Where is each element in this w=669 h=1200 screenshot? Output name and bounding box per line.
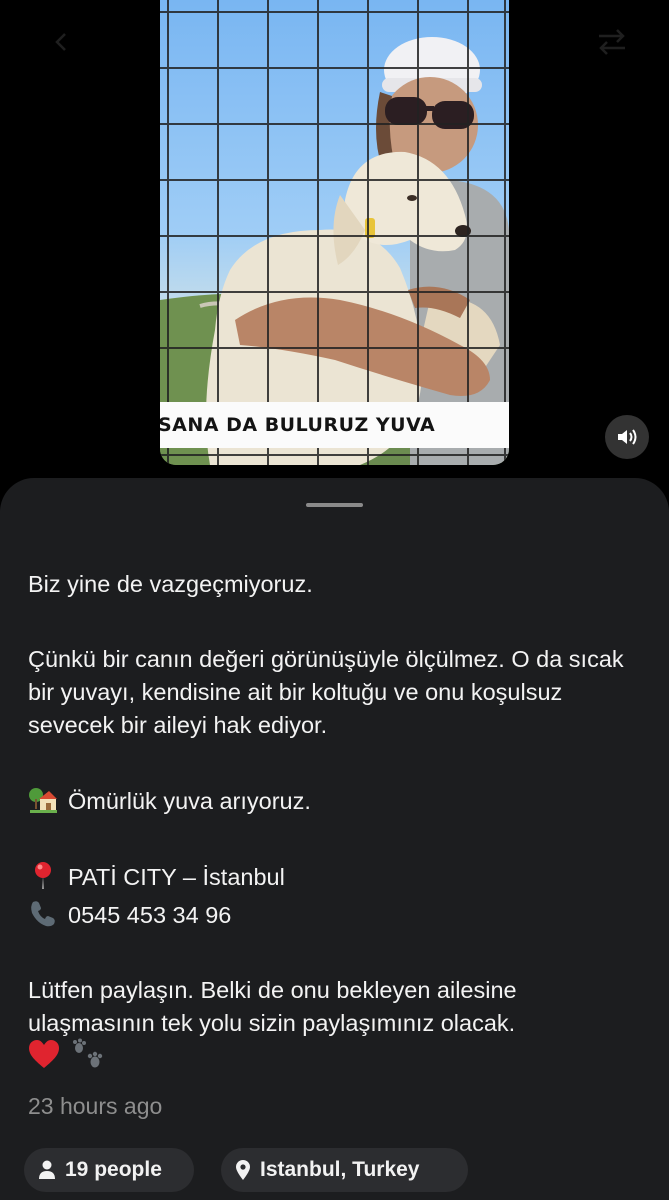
post-line: PATİ CITY – İstanbul	[68, 864, 285, 890]
sound-toggle-button[interactable]	[605, 415, 649, 459]
location-label: Istanbul, Turkey	[260, 1158, 420, 1181]
video-player[interactable]: SANA DA BULURUZ YUVA	[160, 0, 509, 465]
location-pin-icon	[235, 1159, 251, 1181]
post-details-sheet: Biz yine de vazgeçmiyoruz. Çünkü bir can…	[0, 478, 669, 1200]
red-heart-icon	[28, 1040, 60, 1079]
video-caption-bar: SANA DA BULURUZ YUVA	[160, 402, 509, 448]
video-caption: SANA DA BULURUZ YUVA	[160, 414, 436, 436]
person-icon	[38, 1160, 56, 1180]
people-chip[interactable]: 19 people	[24, 1148, 194, 1192]
location-chip[interactable]: Istanbul, Turkey	[221, 1148, 468, 1192]
sheet-drag-handle[interactable]	[306, 503, 363, 507]
post-line: Ömürlük yuva arıyoruz.	[68, 788, 311, 814]
house-with-garden-icon	[28, 784, 60, 814]
post-text: Biz yine de vazgeçmiyoruz. Çünkü bir can…	[28, 568, 643, 1079]
post-timestamp: 23 hours ago	[28, 1093, 163, 1119]
post-line: 0545 453 34 96	[68, 902, 232, 928]
back-chevron-icon[interactable]	[42, 22, 82, 62]
story-screen: SANA DA BULURUZ YUVA Biz yine de vazgeçm…	[0, 0, 669, 1200]
video-frame-image	[160, 0, 509, 465]
post-line: Biz yine de vazgeçmiyoruz.	[28, 571, 313, 597]
speaker-icon	[616, 427, 638, 447]
paw-prints-icon	[71, 1038, 105, 1079]
swap-arrows-icon[interactable]	[592, 22, 632, 62]
round-pushpin-icon	[28, 860, 60, 890]
telephone-receiver-icon	[28, 898, 60, 928]
people-count: 19 people	[65, 1158, 162, 1181]
post-line: Çünkü bir canın değeri görünüşüyle ölçül…	[28, 646, 624, 738]
post-line: Lütfen paylaşın. Belki de onu bekleyen a…	[28, 977, 517, 1036]
